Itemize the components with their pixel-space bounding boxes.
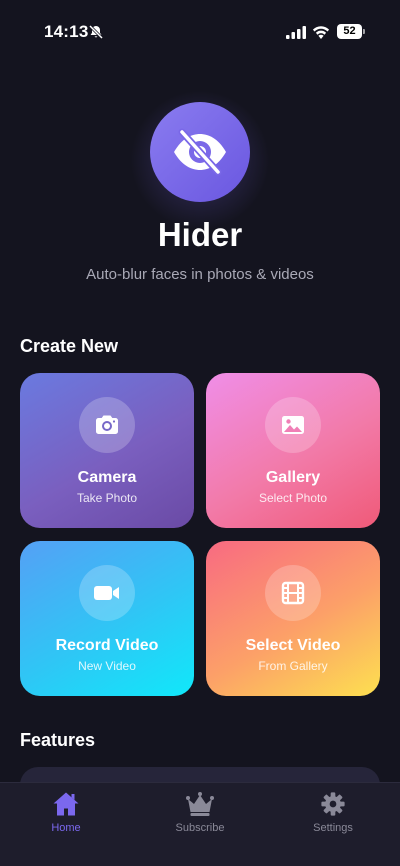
section-title-features: Features	[20, 730, 96, 750]
wifi-icon	[312, 26, 330, 39]
camera-card[interactable]: Camera Take Photo	[20, 373, 194, 528]
select-video-card[interactable]: Select Video From Gallery	[206, 541, 380, 696]
home-icon	[53, 792, 79, 816]
crown-icon	[186, 792, 214, 816]
film-icon-wrap	[265, 565, 321, 621]
gallery-card-subtitle: Select Photo	[258, 491, 328, 505]
tab-home-label: Home	[51, 822, 81, 834]
record-video-card-subtitle: New Video	[78, 659, 136, 673]
video-camera-icon-wrap	[79, 565, 135, 621]
bell-slash-icon	[88, 24, 104, 40]
camera-icon-wrap	[79, 397, 135, 453]
section-title-create-new: Create New	[20, 336, 119, 356]
image-icon-wrap	[265, 397, 321, 453]
tab-subscribe-label: Subscribe	[175, 822, 225, 834]
film-icon	[281, 581, 305, 605]
record-video-card-title: Record Video	[55, 637, 159, 654]
tab-subscribe[interactable]: Subscribe	[150, 791, 250, 841]
select-video-card-subtitle: From Gallery	[258, 659, 328, 673]
app-title: Hider	[157, 216, 243, 253]
gear-icon	[321, 792, 345, 816]
camera-card-title: Camera	[77, 469, 137, 486]
battery-level: 52	[337, 24, 362, 39]
gallery-card[interactable]: Gallery Select Photo	[206, 373, 380, 528]
app-subtitle: Auto-blur faces in photos & videos	[86, 266, 314, 283]
tab-bar: Home Subscribe Settings	[0, 782, 400, 866]
tab-settings-label: Settings	[313, 822, 353, 834]
select-video-card-title: Select Video	[245, 637, 341, 654]
battery-indicator: 52	[337, 24, 365, 39]
gallery-card-title: Gallery	[265, 469, 321, 486]
status-time: 14:13	[44, 22, 89, 41]
tab-home[interactable]: Home	[16, 791, 116, 841]
video-camera-icon	[94, 586, 119, 600]
eye-slash-icon	[174, 128, 226, 176]
image-icon	[282, 416, 304, 434]
camera-icon	[96, 415, 118, 434]
app-logo	[150, 102, 250, 202]
camera-card-subtitle: Take Photo	[76, 491, 138, 505]
cellular-signal-icon	[286, 26, 306, 39]
battery-tip	[363, 29, 365, 34]
status-bar: 14:13 52	[0, 0, 400, 60]
record-video-card[interactable]: Record Video New Video	[20, 541, 194, 696]
tab-settings[interactable]: Settings	[283, 791, 383, 841]
